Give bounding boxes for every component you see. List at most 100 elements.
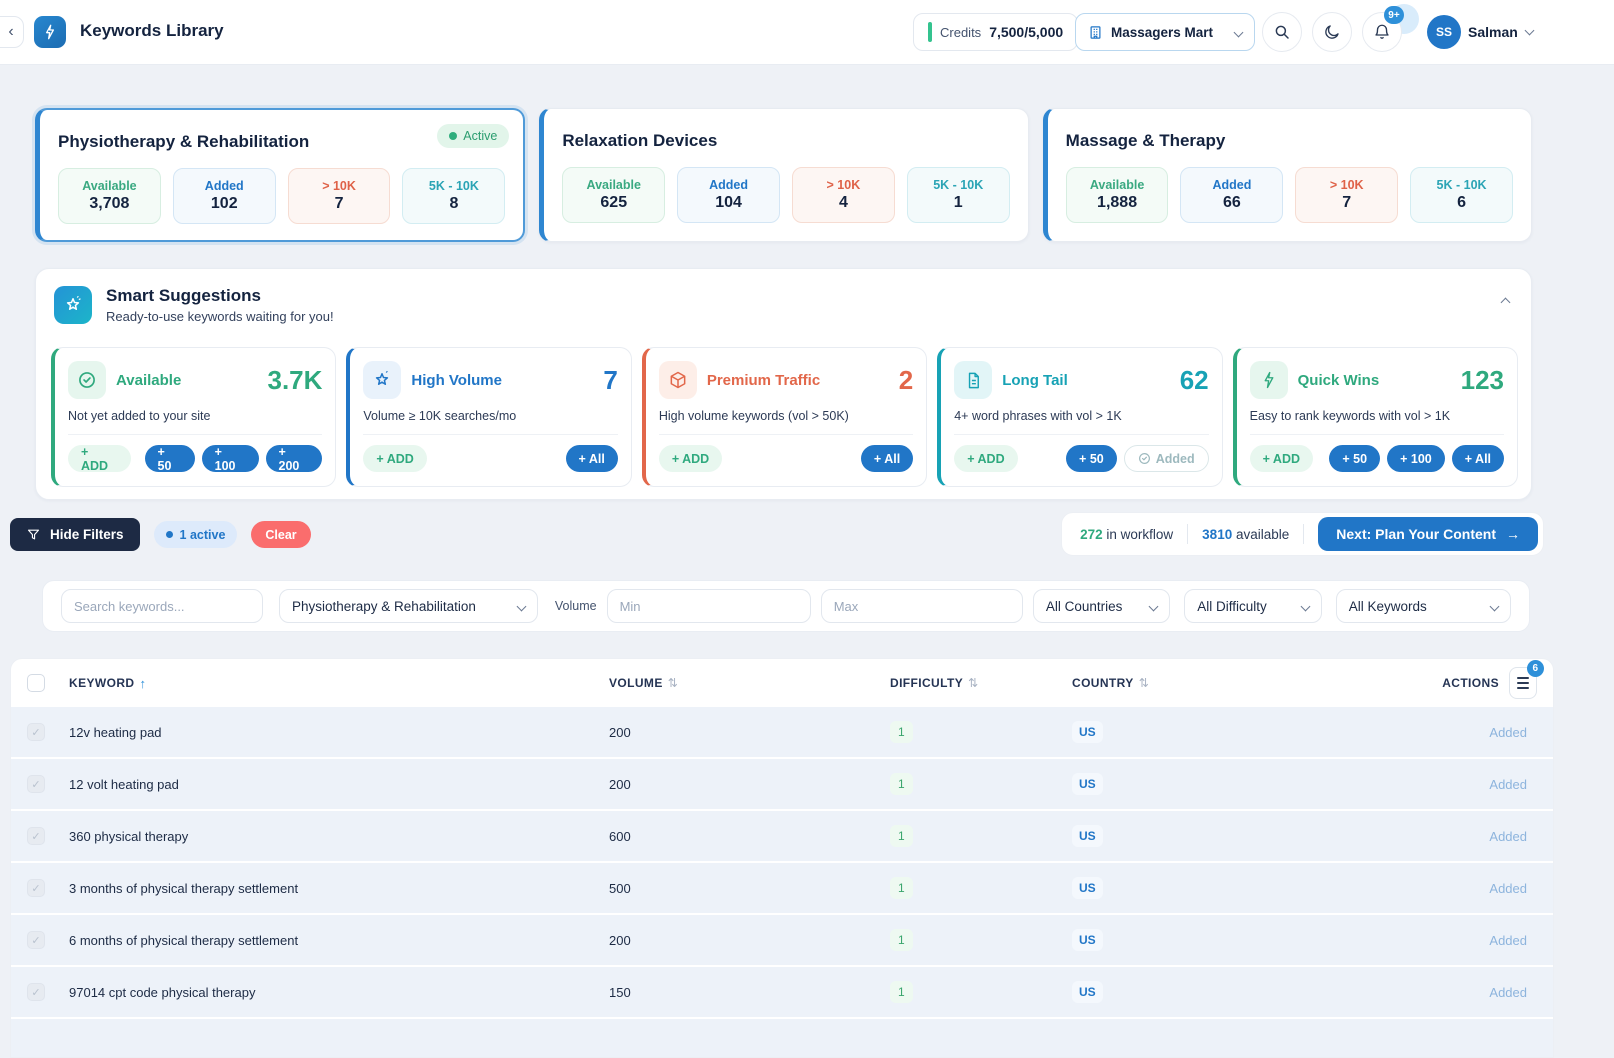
column-header-country[interactable]: COUNTRY⇅ bbox=[1072, 676, 1272, 690]
added-status[interactable]: Added bbox=[1272, 985, 1537, 1000]
stat-5k-10k[interactable]: 5K - 10K6 bbox=[1410, 167, 1513, 223]
project-card-physiotherapy[interactable]: Physiotherapy & Rehabilitation Active Av… bbox=[35, 108, 525, 242]
credits-box[interactable]: Credits 7,500/5,000 bbox=[913, 13, 1078, 51]
table-row[interactable]: ✓ 6 months of physical therapy settlemen… bbox=[11, 915, 1553, 965]
row-checkbox[interactable]: ✓ bbox=[27, 879, 45, 897]
suggestion-count: 62 bbox=[1180, 365, 1209, 396]
row-checkbox[interactable]: ✓ bbox=[27, 775, 45, 793]
add-50-button[interactable]: + 50 bbox=[145, 445, 195, 472]
column-header-keyword[interactable]: KEYWORD↑ bbox=[69, 676, 609, 691]
row-checkbox[interactable]: ✓ bbox=[27, 827, 45, 845]
document-icon bbox=[954, 361, 992, 399]
sort-ascending-icon: ↑ bbox=[139, 676, 146, 691]
chevron-down-icon[interactable] bbox=[1525, 26, 1535, 36]
add-100-button[interactable]: + 100 bbox=[1387, 445, 1445, 472]
project-name: Relaxation Devices bbox=[562, 131, 1009, 151]
divider bbox=[1303, 524, 1304, 544]
volume-cell: 600 bbox=[609, 829, 890, 844]
add-all-button[interactable]: + All bbox=[861, 445, 913, 472]
added-status[interactable]: Added bbox=[1272, 933, 1537, 948]
search-button[interactable] bbox=[1262, 12, 1302, 52]
stat-added[interactable]: Added104 bbox=[677, 167, 780, 223]
suggestion-card-quick-wins: Quick Wins 123 Easy to rank keywords wit… bbox=[1233, 347, 1518, 487]
table-body: ✓ 12v heating pad 200 1 US Added ✓ 12 vo… bbox=[11, 707, 1553, 1058]
added-status[interactable]: Added bbox=[1272, 829, 1537, 844]
filters-toolbar: Hide Filters 1 active Clear bbox=[10, 518, 311, 551]
country-filter-select[interactable]: All Countries bbox=[1033, 589, 1170, 623]
difficulty-filter-select[interactable]: All Difficulty bbox=[1184, 589, 1321, 623]
lightning-icon bbox=[1250, 361, 1288, 399]
difficulty-badge: 1 bbox=[890, 825, 913, 847]
search-input[interactable] bbox=[61, 589, 263, 623]
project-filter-select[interactable]: Physiotherapy & Rehabilitation bbox=[279, 589, 538, 623]
add-100-button[interactable]: + 100 bbox=[202, 445, 259, 472]
add-50-button[interactable]: + 50 bbox=[1066, 445, 1117, 472]
notification-badge: 9+ bbox=[1384, 6, 1404, 24]
added-status[interactable]: Added bbox=[1272, 725, 1537, 740]
row-checkbox[interactable]: ✓ bbox=[27, 983, 45, 1001]
add-all-button[interactable]: + All bbox=[566, 445, 618, 472]
table-row[interactable]: ✓ 12 volt heating pad 200 1 US Added bbox=[11, 759, 1553, 809]
select-all-checkbox[interactable] bbox=[27, 674, 45, 692]
next-plan-content-button[interactable]: Next: Plan Your Content → bbox=[1318, 517, 1538, 551]
table-row[interactable]: ✓ 3 months of physical therapy settlemen… bbox=[11, 863, 1553, 913]
table-row[interactable]: ✓ 360 physical therapy 600 1 US Added bbox=[11, 811, 1553, 861]
avatar[interactable]: SS bbox=[1427, 15, 1461, 49]
stat-available[interactable]: Available1,888 bbox=[1066, 167, 1169, 223]
keyword-type-filter-select[interactable]: All Keywords bbox=[1336, 589, 1511, 623]
table-row[interactable]: ✓ 97014 cpt code physical therapy 150 1 … bbox=[11, 967, 1553, 1017]
stat-5k-10k[interactable]: 5K - 10K8 bbox=[402, 168, 505, 224]
column-header-difficulty[interactable]: DIFFICULTY⇅ bbox=[890, 676, 1072, 690]
row-checkbox[interactable]: ✓ bbox=[27, 931, 45, 949]
workspace-name: Massagers Mart bbox=[1111, 25, 1227, 40]
keyword-cell: 3 months of physical therapy settlement bbox=[69, 881, 609, 896]
star-sparkle-icon bbox=[363, 361, 401, 399]
column-header-volume[interactable]: VOLUME⇅ bbox=[609, 676, 890, 690]
add-all-button[interactable]: + All bbox=[1452, 445, 1504, 472]
volume-cell: 200 bbox=[609, 933, 890, 948]
stat-added[interactable]: Added102 bbox=[173, 168, 276, 224]
volume-cell: 500 bbox=[609, 881, 890, 896]
stat-over-10k[interactable]: > 10K7 bbox=[1295, 167, 1398, 223]
hide-filters-button[interactable]: Hide Filters bbox=[10, 518, 140, 551]
added-status[interactable]: Added bbox=[1272, 881, 1537, 896]
add-button[interactable]: + ADD bbox=[68, 445, 131, 472]
workspace-selector[interactable]: Massagers Mart bbox=[1075, 13, 1255, 51]
row-checkbox[interactable]: ✓ bbox=[27, 723, 45, 741]
add-button[interactable]: + ADD bbox=[1250, 445, 1313, 472]
sort-icon: ⇅ bbox=[668, 676, 678, 690]
funnel-icon bbox=[26, 527, 41, 542]
stat-over-10k[interactable]: > 10K7 bbox=[288, 168, 391, 224]
column-header-actions: ACTIONS 6 bbox=[1272, 667, 1537, 699]
add-50-button[interactable]: + 50 bbox=[1329, 445, 1380, 472]
columns-menu-button[interactable]: 6 bbox=[1509, 667, 1537, 699]
stat-available[interactable]: Available625 bbox=[562, 167, 665, 223]
project-card-massage[interactable]: Massage & Therapy Available1,888 Added66… bbox=[1043, 108, 1532, 242]
country-badge: US bbox=[1072, 929, 1103, 951]
volume-max-input[interactable] bbox=[821, 589, 1023, 623]
add-200-button[interactable]: + 200 bbox=[266, 445, 323, 472]
added-button[interactable]: Added bbox=[1124, 445, 1209, 472]
add-button[interactable]: + ADD bbox=[363, 445, 426, 472]
stat-over-10k[interactable]: > 10K4 bbox=[792, 167, 895, 223]
workflow-summary: 272 in workflow 3810 available Next: Pla… bbox=[1061, 512, 1544, 556]
stat-added[interactable]: Added66 bbox=[1180, 167, 1283, 223]
stat-available[interactable]: Available3,708 bbox=[58, 168, 161, 224]
add-button[interactable]: + ADD bbox=[659, 445, 722, 472]
dark-mode-button[interactable] bbox=[1312, 12, 1352, 52]
table-row[interactable]: ✓ 12v heating pad 200 1 US Added bbox=[11, 707, 1553, 757]
added-status[interactable]: Added bbox=[1272, 777, 1537, 792]
workflow-count: 272 in workflow bbox=[1080, 527, 1173, 542]
back-button[interactable]: ‹ bbox=[0, 16, 24, 48]
suggestion-count: 2 bbox=[899, 365, 913, 396]
keyword-cell: 12 volt heating pad bbox=[69, 777, 609, 792]
volume-min-input[interactable] bbox=[607, 589, 811, 623]
stat-5k-10k[interactable]: 5K - 10K1 bbox=[907, 167, 1010, 223]
check-icon: ✓ bbox=[31, 934, 40, 947]
sparkle-star-icon bbox=[54, 286, 92, 324]
chevron-down-icon bbox=[1300, 601, 1310, 611]
difficulty-badge: 1 bbox=[890, 773, 913, 795]
project-card-relaxation[interactable]: Relaxation Devices Available625 Added104… bbox=[539, 108, 1028, 242]
clear-filters-button[interactable]: Clear bbox=[251, 521, 310, 548]
add-button[interactable]: + ADD bbox=[954, 445, 1017, 472]
